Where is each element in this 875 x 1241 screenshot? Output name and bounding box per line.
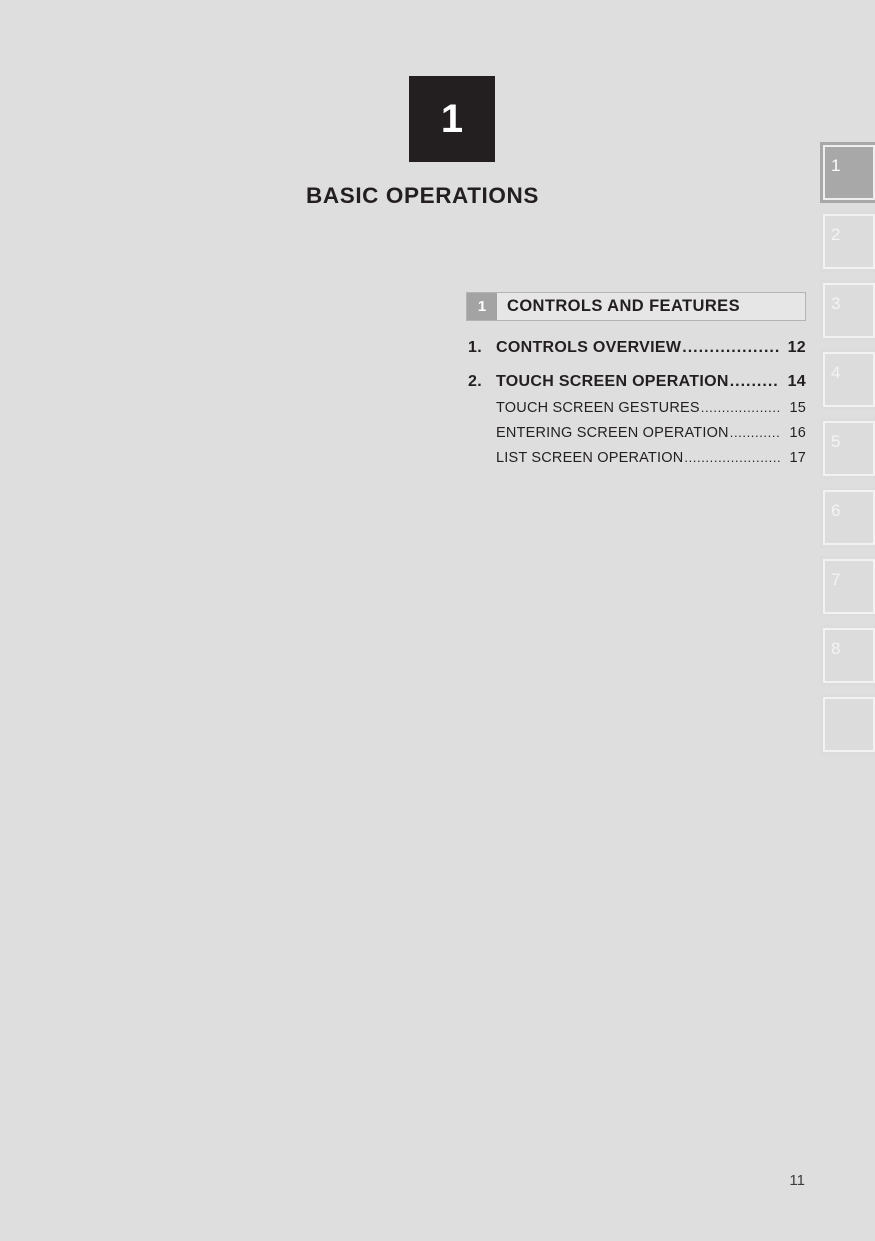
toc-entry-page: 15 (789, 400, 806, 416)
chapter-tab-3[interactable]: 3 (820, 280, 875, 341)
chapter-tab-7[interactable]: 7 (820, 556, 875, 617)
chapter-tab-strip: 1 2 3 4 5 6 7 8 (820, 142, 875, 763)
chapter-tab-label: 4 (831, 363, 841, 382)
toc-dot-leader (682, 339, 779, 357)
section-header: 1 CONTROLS AND FEATURES (466, 292, 806, 321)
chapter-tab-1[interactable]: 1 (820, 142, 875, 203)
toc-dot-leader (730, 425, 781, 440)
toc-entry-title: ENTERING SCREEN OPERATION (496, 425, 729, 441)
chapter-tab-blank[interactable] (820, 694, 875, 755)
toc-entry-page: 14 (787, 373, 806, 390)
chapter-tab-4[interactable]: 4 (820, 349, 875, 410)
chapter-tab-label: 8 (831, 639, 841, 658)
chapter-badge-number: 1 (440, 97, 464, 141)
toc-entry-title: TOUCH SCREEN OPERATION (496, 373, 729, 390)
chapter-tab-8[interactable]: 8 (820, 625, 875, 686)
toc-entry-list: 1. CONTROLS OVERVIEW 12 2. TOUCH SCREEN OPER… (466, 339, 806, 466)
toc-dot-leader (730, 373, 779, 391)
toc-entry-number: 2. (468, 373, 482, 390)
toc-entry-page: 16 (789, 425, 806, 441)
chapter-tab-label: 7 (831, 570, 841, 589)
document-page: 1 BASIC OPERATIONS 1 CONTROLS AND FEATUR… (0, 0, 875, 1241)
chapter-tab-5[interactable]: 5 (820, 418, 875, 479)
chapter-tab-label: 5 (831, 432, 841, 451)
section-header-title: CONTROLS AND FEATURES (507, 297, 740, 315)
section-header-number: 1 (467, 293, 497, 320)
toc-entry-page: 17 (789, 450, 806, 466)
chapter-tab-2[interactable]: 2 (820, 211, 875, 272)
chapter-badge: 1 (409, 76, 495, 162)
toc-entry-title: LIST SCREEN OPERATION (496, 450, 684, 466)
toc-entry[interactable]: 1. CONTROLS OVERVIEW 12 (466, 339, 806, 357)
chapter-tab-6[interactable]: 6 (820, 487, 875, 548)
toc-entry-title: TOUCH SCREEN GESTURES (496, 400, 700, 416)
chapter-title: BASIC OPERATIONS (306, 183, 539, 208)
toc-entry[interactable]: TOUCH SCREEN GESTURES 15 (466, 400, 806, 416)
chapter-tab-label: 2 (831, 225, 841, 244)
toc-entry[interactable]: LIST SCREEN OPERATION 17 (466, 450, 806, 466)
chapter-tab-label: 6 (831, 501, 841, 520)
toc-entry-page: 12 (787, 339, 806, 356)
page-number: 11 (789, 1172, 805, 1189)
chapter-tab-label: 1 (831, 156, 841, 175)
chapter-tab-label: 3 (831, 294, 841, 313)
toc-entry[interactable]: 2. TOUCH SCREEN OPERATION 14 (466, 373, 806, 391)
table-of-contents: 1 CONTROLS AND FEATURES 1. CONTROLS OVERV… (466, 292, 806, 466)
toc-entry[interactable]: ENTERING SCREEN OPERATION 16 (466, 425, 806, 441)
toc-dot-leader (684, 450, 781, 465)
toc-entry-number: 1. (468, 339, 482, 356)
toc-dot-leader (701, 400, 781, 415)
toc-entry-title: CONTROLS OVERVIEW (496, 339, 682, 356)
